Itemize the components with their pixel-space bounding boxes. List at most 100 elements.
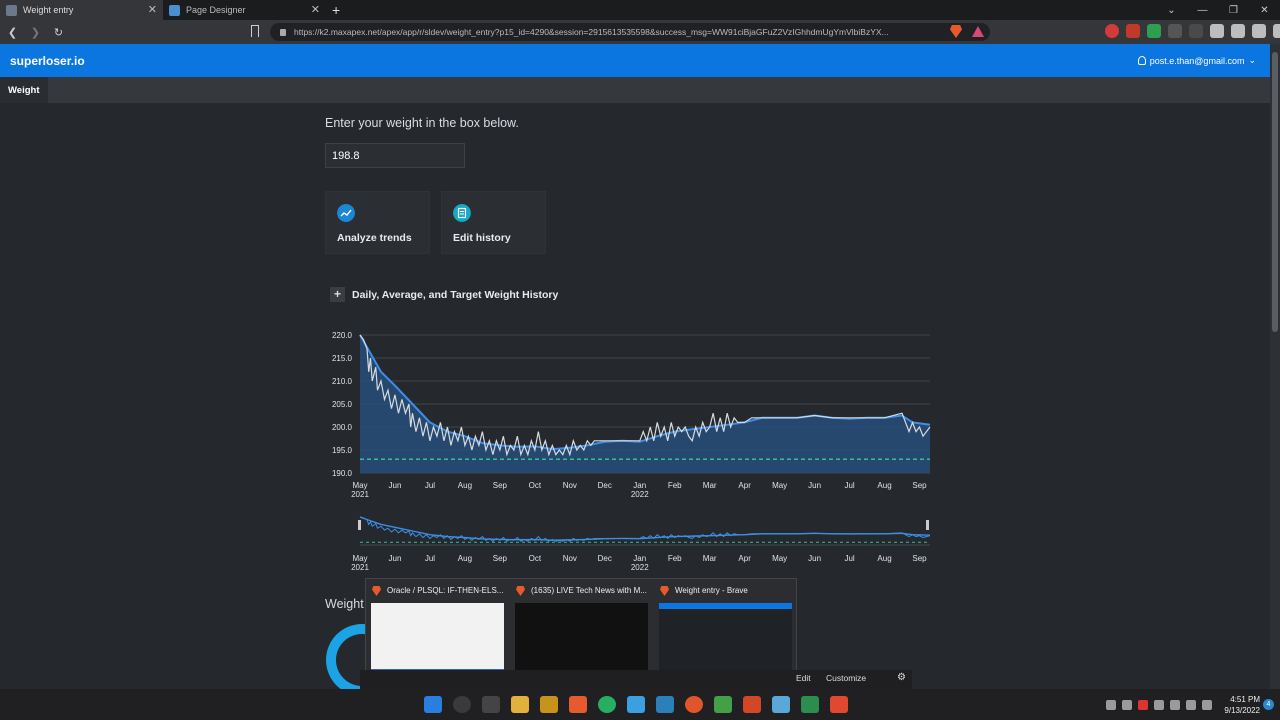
app-icon[interactable]: [801, 696, 819, 713]
weight-input[interactable]: [325, 143, 465, 168]
minimize-icon[interactable]: —: [1187, 5, 1218, 16]
thumbnail-window[interactable]: (1635) LIVE Tech News with M...: [510, 579, 654, 677]
analyze-trends-card[interactable]: Analyze trends: [325, 191, 430, 254]
new-tab-icon[interactable]: +: [332, 2, 340, 18]
navigator-x-tick-label: Mar: [703, 554, 717, 563]
customize-button[interactable]: Customize: [826, 673, 866, 683]
navigator-average-line: [359, 516, 931, 541]
user-menu[interactable]: post.e.than@gmail.com ⌄: [1137, 55, 1256, 66]
app-icon[interactable]: [598, 696, 616, 713]
x-tick-label: Apr: [738, 481, 751, 490]
window-close-icon[interactable]: ✕: [1249, 5, 1280, 16]
tab-title: Page Designer: [186, 5, 246, 15]
tab-search-icon[interactable]: ⌄: [1156, 5, 1187, 16]
snipping-icon[interactable]: [627, 696, 645, 713]
extension-icon[interactable]: [1126, 24, 1140, 38]
y-axis-labels: 220.0 215.0 210.0 205.0 200.0 195.0 190.0: [332, 331, 353, 478]
cloud-icon[interactable]: [1122, 699, 1133, 710]
clock[interactable]: 4:51 PM 9/13/2022: [1224, 694, 1260, 716]
app-header: superloser.io post.e.than@gmail.com ⌄: [0, 44, 1270, 77]
extension-icon[interactable]: [1189, 24, 1203, 38]
edit-button[interactable]: Edit: [796, 673, 811, 683]
bookmark-list-icon[interactable]: [1210, 24, 1224, 38]
y-tick-label: 215.0: [332, 354, 353, 363]
app-icon[interactable]: [714, 696, 732, 713]
navigator-left-handle: [358, 520, 361, 530]
x-tick-sublabel: 2021: [351, 490, 369, 499]
nav-tab-weight[interactable]: Weight: [0, 77, 48, 103]
brave-rewards-icon[interactable]: [972, 26, 984, 37]
app-icon[interactable]: [685, 696, 703, 713]
powerpoint-icon[interactable]: [743, 696, 761, 713]
close-icon[interactable]: ✕: [311, 3, 320, 16]
x-tick-label: May: [352, 481, 367, 490]
thumbnail-title: Weight entry - Brave: [675, 586, 748, 595]
bookmark-icon[interactable]: [251, 25, 259, 37]
x-tick-label: Jul: [425, 481, 435, 490]
x-tick-label: Jun: [389, 481, 402, 490]
task-view-icon[interactable]: [482, 696, 500, 713]
wifi-icon[interactable]: [1170, 699, 1181, 710]
puzzle-icon[interactable]: [1231, 24, 1245, 38]
apex-favicon-icon: [6, 4, 17, 16]
weight-section-title: Weight: [325, 597, 364, 611]
address-bar[interactable]: https://k2.maxapex.net/apex/app/r/sldev/…: [270, 23, 990, 41]
navigator-x-tick-sublabel: 2021: [351, 563, 369, 572]
extension-icons: [1105, 24, 1280, 38]
extension-icon[interactable]: [1147, 24, 1161, 38]
tab-weight-entry[interactable]: Weight entry ✕: [0, 0, 163, 20]
weight-history-chart[interactable]: 220.0215.0210.0205.0200.0195.0190.0 May2…: [325, 320, 935, 580]
thumbnail-window[interactable]: Oracle / PLSQL: IF-THEN-ELS...: [366, 579, 510, 677]
menu-icon[interactable]: [1273, 24, 1280, 38]
reload-icon[interactable]: ↻: [48, 26, 69, 39]
thumbnail-window[interactable]: Weight entry - Brave: [654, 579, 798, 677]
x-tick-label: Sep: [912, 481, 927, 490]
extension-icon[interactable]: [1105, 24, 1119, 38]
forward-icon[interactable]: ❯: [25, 26, 46, 39]
x-tick-label: Feb: [668, 481, 682, 490]
restore-icon[interactable]: ❐: [1218, 5, 1249, 16]
scrollbar-thumb[interactable]: [1272, 52, 1278, 332]
card-label: Edit history: [453, 232, 511, 244]
app-icon[interactable]: [772, 696, 790, 713]
battery-icon[interactable]: [1202, 699, 1213, 710]
x-tick-label: May: [772, 481, 787, 490]
x-tick-label: Jun: [808, 481, 821, 490]
brave-icon[interactable]: [569, 696, 587, 713]
wallet-icon[interactable]: [1252, 24, 1266, 38]
gear-icon[interactable]: ⚙: [897, 672, 906, 683]
app-icon[interactable]: [656, 696, 674, 713]
y-tick-label: 210.0: [332, 377, 353, 386]
page-scrollbar[interactable]: [1270, 44, 1280, 689]
close-icon[interactable]: ✕: [148, 3, 157, 16]
expand-plus-icon[interactable]: +: [330, 287, 345, 302]
speaker-icon[interactable]: [1186, 699, 1197, 710]
thumbnail-preview: [371, 603, 504, 675]
search-icon[interactable]: [453, 696, 471, 713]
thumbnail-preview: [515, 603, 648, 675]
sublime-icon[interactable]: [540, 696, 558, 713]
user-email: post.e.than@gmail.com: [1149, 55, 1245, 66]
navigator-x-tick-label: Aug: [458, 554, 472, 563]
notification-badge[interactable]: 4: [1263, 699, 1274, 710]
app-icon[interactable]: [830, 696, 848, 713]
navigator-x-tick-label: Jul: [844, 554, 854, 563]
navigator-x-tick-label: May: [772, 554, 787, 563]
x-tick-label: Dec: [598, 481, 612, 490]
microphone-icon[interactable]: [1154, 699, 1165, 710]
tab-title: Weight entry: [23, 5, 74, 15]
range-navigator[interactable]: [358, 516, 931, 546]
navigator-x-tick-label: Sep: [493, 554, 508, 563]
file-explorer-icon[interactable]: [511, 696, 529, 713]
rss-icon[interactable]: [1168, 24, 1182, 38]
tab-page-designer[interactable]: Page Designer ✕: [163, 0, 326, 20]
edit-history-card[interactable]: Edit history: [441, 191, 546, 254]
back-icon[interactable]: ❮: [2, 26, 23, 39]
app-tray-icon[interactable]: [1138, 699, 1149, 710]
app-brand[interactable]: superloser.io: [10, 54, 85, 68]
windows-start-icon[interactable]: [424, 696, 442, 713]
chart-region-header[interactable]: + Daily, Average, and Target Weight Hist…: [330, 287, 558, 302]
chevron-up-icon[interactable]: [1106, 699, 1117, 710]
x-tick-label: Aug: [458, 481, 472, 490]
navigator-x-tick-label: Nov: [563, 554, 577, 563]
